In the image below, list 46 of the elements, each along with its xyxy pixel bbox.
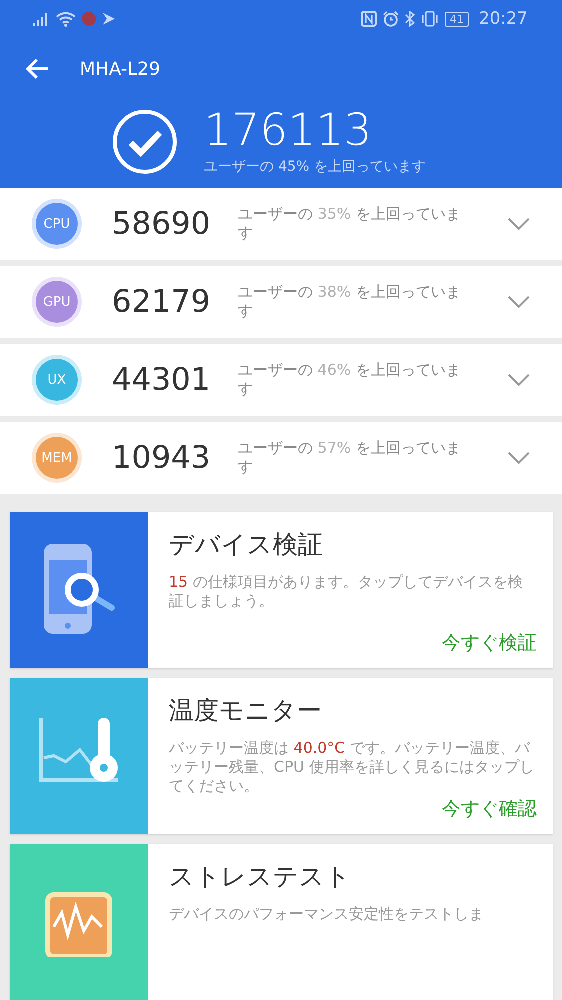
feature-card[interactable]: 温度モニター バッテリー温度は 40.0°C です。バッテリー温度、バッテリー残量、CPU 使用率を詳しく見るにはタップしてください。 今すぐ確認 [10,678,553,834]
device-title: MHA-L29 [80,58,160,80]
score-row[interactable]: CPU 58690 ユーザーの 35% を上回っています [0,188,562,260]
category-score: 44301 [112,362,212,398]
score-caption: ユーザーの 57% を上回っています [238,439,462,478]
category-score: 58690 [112,206,212,242]
feature-card[interactable]: デバイス検証 15 の仕様項目があります。タップしてデバイスを検証しましょう。 今すぐ検証 [10,512,553,668]
total-caption: ユーザーの 45% を上回っています [204,158,426,176]
total-score: 176113 [204,108,373,154]
score-row[interactable]: MEM 10943 ユーザーの 57% を上回っています [0,422,562,494]
score-row[interactable]: GPU 62179 ユーザーの 38% を上回っています [0,266,562,338]
feature-card[interactable]: ストレステスト デバイスのパフォーマンス安定性をテストしま [10,844,553,1000]
card-description: デバイスのパフォーマンス安定性をテストしま [169,904,485,924]
score-caption: ユーザーの 38% を上回っています [238,283,462,322]
alarm-icon [383,11,399,27]
battery-level: 41 [445,12,469,26]
card-title: ストレステスト [169,860,352,893]
clock-time: 20:27 [479,9,528,29]
nfc-icon [361,11,377,27]
chevron-button[interactable] [508,452,530,464]
chevron-button[interactable] [508,218,530,230]
vibrate-icon [421,11,439,27]
card-title: デバイス検証 [169,528,324,561]
card-description: バッテリー温度は 40.0°C です。バッテリー温度、バッテリー残量、CPU 使用率を詳しく見るにはタップしてください。 [169,738,536,796]
card-action-button[interactable]: 今すぐ検証 [442,630,537,656]
category-badge: MEM [36,437,78,480]
chevron-button[interactable] [508,296,530,308]
check-circle-icon [112,109,178,175]
chevron-button[interactable] [508,374,530,386]
category-badge: GPU [36,281,78,324]
score-caption: ユーザーの 46% を上回っています [238,361,462,400]
card-description: 15 の仕様項目があります。タップしてデバイスを検証しましょう。 [169,572,524,611]
app-icon [82,12,96,26]
category-score: 62179 [112,284,212,320]
back-button[interactable] [26,58,50,80]
category-badge: CPU [36,203,78,246]
category-badge: UX [36,359,78,402]
score-caption: ユーザーの 35% を上回っています [238,205,462,244]
score-row[interactable]: UX 44301 ユーザーの 46% を上回っています [0,344,562,416]
card-action-button[interactable]: 今すぐ確認 [442,796,537,822]
signal-icon [32,12,50,26]
play-icon [102,12,116,26]
bluetooth-icon [405,11,415,27]
card-title: 温度モニター [169,694,323,727]
category-score: 10943 [112,440,212,476]
wifi-icon [56,12,76,26]
